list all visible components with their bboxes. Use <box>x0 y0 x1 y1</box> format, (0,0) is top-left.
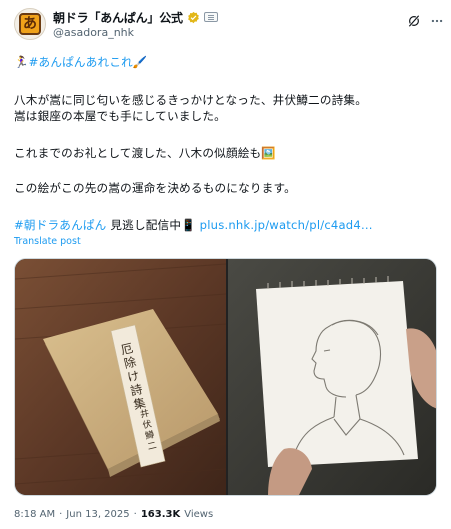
runner-emoji: 🏃‍♀️ <box>14 55 29 69</box>
post-meta: 8:18 AM · Jun 13, 2025 · 163.3K Views <box>14 509 213 520</box>
translate-post-link[interactable]: Translate post <box>14 236 81 247</box>
display-name[interactable]: 朝ドラ「あんぱん」公式 <box>53 9 183 26</box>
views-count: 163.3K <box>140 509 181 520</box>
post-paragraph-1-line-1: 八木が嵩に同じ匂いを感じるきっかけとなった、井伏鱒二の詩集。 <box>14 93 368 107</box>
phone-emoji: 📱 <box>181 218 196 232</box>
post-paragraph-2: これまでのお礼として渡した、八木の似顔絵も🖼️ <box>14 146 276 160</box>
post: あ 朝ドラ「あんぱん」公式 @asadora_nhk 🏃‍♀️#あんぱんあれこれ… <box>0 0 451 529</box>
footer-text: 見逃し配信中 <box>106 218 182 232</box>
portrait-photo[interactable] <box>228 259 437 496</box>
media-grid: 厄除け詩集 井伏鱒二 <box>14 258 437 496</box>
avatar[interactable]: あ <box>14 8 46 40</box>
post-date[interactable]: Jun 13, 2025 <box>66 509 129 520</box>
grok-icon[interactable] <box>407 14 421 28</box>
hashtag-link[interactable]: #あんぱんあれこれ <box>29 55 133 69</box>
handle[interactable]: @asadora_nhk <box>53 26 134 39</box>
post-line-hashtag: 🏃‍♀️#あんぱんあれこれ🖌️ <box>14 55 444 70</box>
post-time[interactable]: 8:18 AM <box>14 509 55 520</box>
post-footer-line: #朝ドラあんぱん 見逃し配信中📱 plus.nhk.jp/watch/pl/c4… <box>14 218 444 233</box>
external-link[interactable]: plus.nhk.jp/watch/pl/c4ad4... <box>200 218 373 232</box>
more-icon[interactable] <box>430 14 444 28</box>
book-photo[interactable]: 厄除け詩集 井伏鱒二 <box>15 259 226 496</box>
name-row: 朝ドラ「あんぱん」公式 <box>53 9 218 25</box>
meta-separator: · <box>133 509 137 520</box>
avatar-logo: あ <box>19 13 41 35</box>
paintbrush-emoji: 🖌️ <box>132 55 148 69</box>
footer-hashtag-link[interactable]: #朝ドラあんぱん <box>14 218 106 232</box>
verified-badge-icon[interactable] <box>187 11 200 24</box>
views-label: Views <box>184 509 214 520</box>
affiliate-badge-icon[interactable] <box>203 12 218 22</box>
post-paragraph-1-line-2: 嵩は銀座の本屋でも手にしていました。 <box>14 109 226 123</box>
post-paragraph-3: この絵がこの先の嵩の運命を決めるものになります。 <box>14 181 296 195</box>
meta-separator: · <box>59 509 63 520</box>
